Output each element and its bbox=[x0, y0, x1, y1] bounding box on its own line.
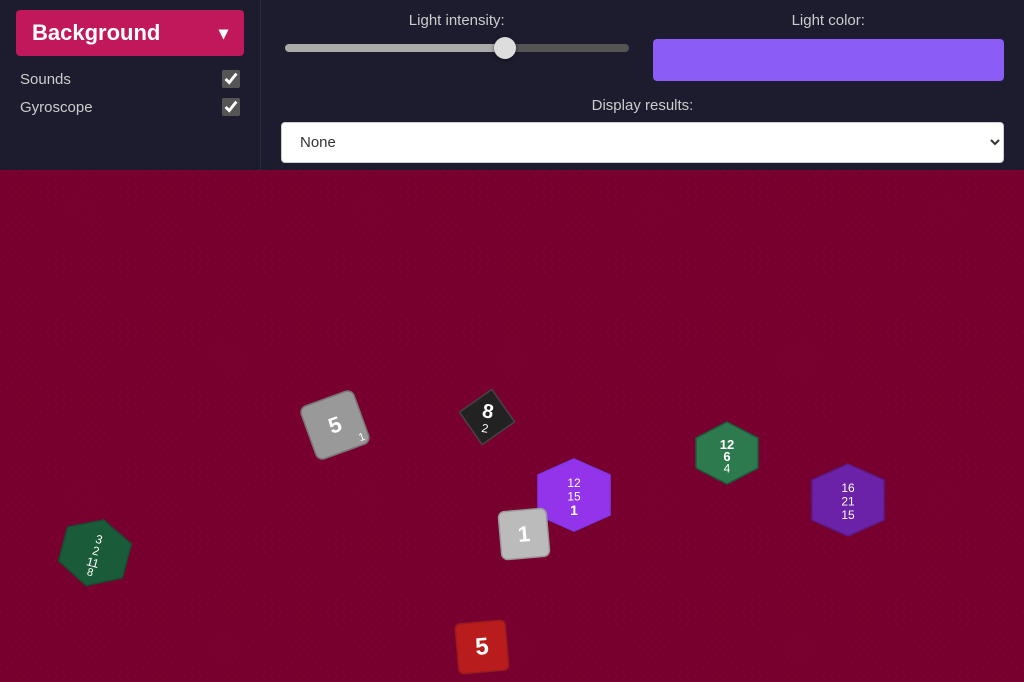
die-d6-red[interactable]: 5 bbox=[453, 618, 512, 677]
chevron-down-icon: ▾ bbox=[219, 23, 228, 44]
display-results-section: Display results: None Sum Individual bbox=[281, 97, 1004, 163]
background-label: Background bbox=[32, 20, 160, 46]
die-d6-lightgray[interactable]: 1 bbox=[496, 506, 552, 562]
die-d10-green[interactable]: 12 6 4 bbox=[692, 418, 762, 488]
light-intensity-slider[interactable] bbox=[285, 44, 629, 52]
die-d10-darkgreen[interactable]: 3 2 11 8 bbox=[50, 507, 142, 599]
die-d20-darkpurple[interactable]: 16 21 15 bbox=[808, 460, 888, 540]
controls-top: Light intensity: Light color: bbox=[281, 12, 1004, 81]
svg-text:12: 12 bbox=[567, 476, 581, 490]
dice-area: 5 1 8 2 12 6 4 12 15 1 1 16 21 15 3 2 11… bbox=[0, 170, 1024, 682]
sounds-checkbox[interactable] bbox=[222, 70, 240, 88]
svg-text:4: 4 bbox=[724, 461, 731, 475]
light-color-label: Light color: bbox=[792, 12, 865, 29]
display-results-label: Display results: bbox=[592, 97, 694, 114]
svg-text:21: 21 bbox=[841, 495, 855, 509]
top-bar: Background ▾ Sounds Gyroscope Light inte… bbox=[0, 0, 1024, 170]
light-color-section: Light color: bbox=[653, 12, 1005, 81]
gyroscope-label: Gyroscope bbox=[20, 99, 93, 116]
right-panel: Light intensity: Light color: Display re… bbox=[260, 0, 1024, 170]
gyroscope-row: Gyroscope bbox=[16, 98, 244, 116]
svg-text:15: 15 bbox=[841, 508, 855, 522]
left-panel: Background ▾ Sounds Gyroscope bbox=[0, 0, 260, 170]
die-d6-gray[interactable]: 5 1 bbox=[297, 387, 374, 464]
svg-text:16: 16 bbox=[841, 481, 855, 495]
light-intensity-section: Light intensity: bbox=[281, 12, 633, 57]
sounds-label: Sounds bbox=[20, 71, 71, 88]
light-color-swatch[interactable] bbox=[653, 39, 1005, 81]
display-results-select[interactable]: None Sum Individual bbox=[281, 122, 1004, 163]
svg-text:1: 1 bbox=[517, 521, 531, 547]
sounds-row: Sounds bbox=[16, 70, 244, 88]
gyroscope-checkbox[interactable] bbox=[222, 98, 240, 116]
light-intensity-label: Light intensity: bbox=[409, 12, 505, 29]
svg-text:1: 1 bbox=[570, 502, 578, 518]
slider-wrapper bbox=[281, 39, 633, 57]
background-button[interactable]: Background ▾ bbox=[16, 10, 244, 56]
die-d8-black[interactable]: 8 2 bbox=[450, 380, 524, 454]
svg-text:5: 5 bbox=[474, 633, 490, 661]
